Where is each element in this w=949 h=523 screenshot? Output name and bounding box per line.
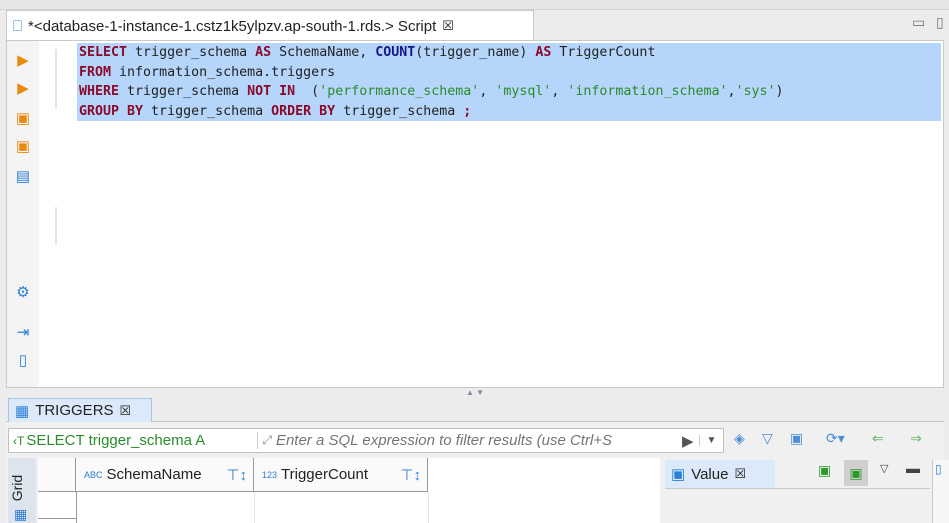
sql-string: 'information_schema' [567,84,728,99]
sql-text: trigger_schema [119,84,248,99]
sql-text: TriggerCount [551,45,656,60]
line-marker [55,207,57,245]
row-number-header [38,458,76,492]
table-icon: ▦ [15,402,30,420]
sql-text: , [551,84,568,99]
sql-text: information_schema.triggers [111,64,336,80]
top-bar [0,0,949,10]
column-header-triggercount[interactable]: 123 TriggerCount ⊤↕ [254,458,428,492]
editor-tab-title: *<database-1-instance-1.cstz1k5ylpzv.ap-… [28,17,437,35]
filter-bar: ‹T SELECT trigger_schema A ⤢ ▶ ▼ [8,428,724,453]
sql-string: 'performance_schema' [319,84,480,99]
row-divider [38,518,76,519]
minimize-icon[interactable]: ▬ [906,460,920,476]
sql-text: trigger_schema [127,45,256,60]
column-divider [76,492,77,523]
sql-text: ) [775,84,784,99]
filter-input[interactable] [275,432,676,449]
script-icon: ⎕ [13,17,23,35]
sql-text: trigger_schema [335,103,464,119]
sql-text: , [727,84,736,99]
filter-icon[interactable]: ▽ [762,430,773,447]
close-icon[interactable]: ☒ [442,18,454,34]
code-line-4: GROUP BY trigger_schema ORDER BY trigger… [79,102,471,121]
execute-script-icon[interactable]: ▣ [15,111,31,127]
results-tab-triggers[interactable]: ▦ TRIGGERS ☒ [8,398,152,422]
back-icon[interactable]: ⇐ [872,430,884,447]
sql-string: 'sys' [735,84,776,99]
execute-new-tab-icon[interactable]: ▶ [15,81,31,97]
minimize-icon[interactable]: ▭ [912,14,925,31]
sql-query-icon: ‹T [13,433,25,448]
settings-gear-icon[interactable]: ⚙ [15,285,31,301]
execute-script-new-tab-icon[interactable]: ▣ [15,139,31,155]
column-divider [254,492,255,523]
sql-keyword: ; [463,103,472,119]
splitter-handle[interactable]: ▲ ▼ [6,388,944,398]
sort-filter-icon[interactable]: ⊤↕ [400,466,421,484]
forward-icon[interactable]: ⇒ [910,430,922,447]
string-type-icon: ABC [84,469,103,480]
grid-side-tab[interactable]: Grid ▦ [8,458,36,523]
close-icon[interactable]: ☒ [734,466,746,482]
results-tab-label: TRIGGERS [35,402,114,419]
query-text[interactable]: SELECT trigger_schema A [26,432,259,449]
divider [665,488,930,489]
sql-keyword: GROUP BY [79,103,144,119]
column-name: SchemaName [106,466,202,483]
sql-keyword: FROM [79,64,112,80]
sort-filter-icon[interactable]: ⊤↕ [226,466,247,484]
save-icon[interactable]: ▣ [818,462,831,479]
filter-history-dropdown[interactable]: ▼ [699,435,722,446]
explain-plan-icon[interactable]: ▤ [15,169,31,185]
column-name: TriggerCount [281,466,369,483]
sql-keyword: SELECT [79,45,128,60]
side-panel-tab[interactable]: ▯ [932,460,949,523]
apply-filter-icon[interactable]: ▶ [676,432,700,450]
sql-text: trigger_schema [143,103,272,119]
sql-string: 'mysql' [495,84,552,99]
results-grid[interactable]: ABC SchemaName ⊤↕ 123 TriggerCount ⊤↕ [38,458,660,523]
code-line-2: FROM information_schema.triggers [79,63,335,82]
sql-function: COUNT [375,45,416,60]
sql-editor[interactable]: ▶ ▶ ▣ ▣ ▤ ⚙ ⇥ ▯ SELECT trigger_schema AS… [6,40,944,388]
close-icon[interactable]: ☒ [120,403,132,419]
sql-text: ( [295,84,320,99]
value-icon: ▣ [671,466,686,483]
maximize-icon[interactable]: ▯ [936,14,944,31]
code-line-1: SELECT trigger_schema AS SchemaName, COU… [79,43,655,62]
column-header-schemaname[interactable]: ABC SchemaName ⊤↕ [76,458,254,492]
editor-gutter: ▶ ▶ ▣ ▣ ▤ ⚙ ⇥ ▯ [7,41,39,387]
new-script-icon[interactable]: ▯ [15,353,31,369]
clear-filter-icon[interactable]: ◈ [734,430,745,447]
sql-text: SchemaName, [271,45,376,60]
sql-keyword: ORDER BY [271,103,336,119]
export-icon[interactable]: ⇥ [15,325,31,341]
save-to-file-icon[interactable]: ▣ [844,460,868,486]
sql-text: , [479,84,496,99]
panels-icon: ▯ [935,462,942,476]
sql-keyword: NOT IN [247,84,296,99]
view-menu-icon[interactable]: ▽ [880,462,888,475]
expand-icon[interactable]: ⤢ [258,433,276,448]
sql-keyword: AS [255,45,272,60]
refresh-icon[interactable]: ⟳▾ [826,430,845,447]
filter-settings-icon[interactable]: ▣ [790,430,803,447]
sql-keyword: AS [535,45,552,60]
value-panel-tab[interactable]: ▣ Value ☒ [665,460,775,488]
grid-label: Grid [9,474,26,502]
sql-text: (trigger_name) [415,45,536,60]
sql-keyword: WHERE [79,84,120,99]
line-marker [55,49,57,109]
editor-tab[interactable]: ⎕ *<database-1-instance-1.cstz1k5ylpzv.a… [6,10,534,41]
execute-statement-icon[interactable]: ▶ [15,53,31,69]
value-tab-label: Value [691,465,729,483]
number-type-icon: 123 [262,469,278,480]
column-divider [428,492,429,523]
grid-icon: ▦ [14,506,28,522]
code-line-3: WHERE trigger_schema NOT IN ('performanc… [79,82,784,101]
